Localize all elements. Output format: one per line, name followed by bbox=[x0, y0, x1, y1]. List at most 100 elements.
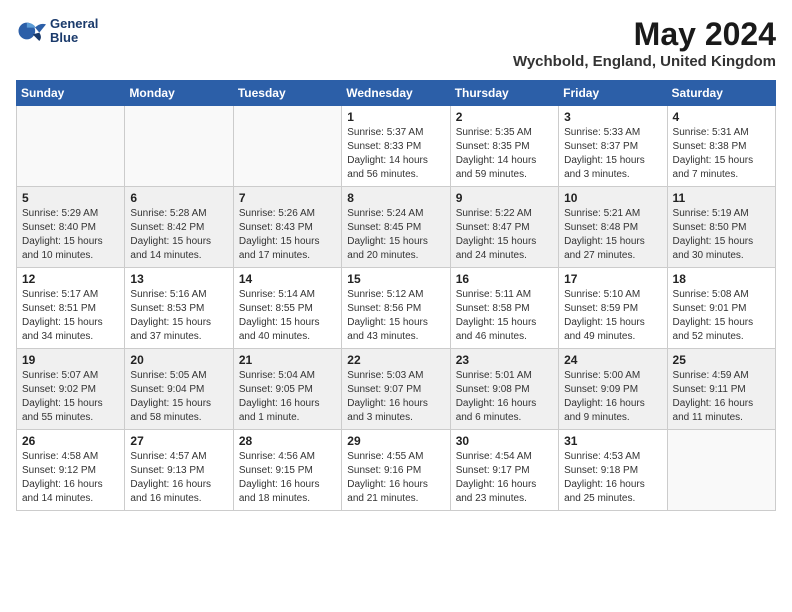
weekday-header: Friday bbox=[559, 81, 667, 106]
cell-info: Sunrise: 5:08 AM Sunset: 9:01 PM Dayligh… bbox=[673, 288, 770, 344]
calendar-cell bbox=[125, 106, 233, 187]
calendar-cell: 15 Sunrise: 5:12 AM Sunset: 8:56 PM Dayli… bbox=[342, 268, 450, 349]
logo-text: General Blue bbox=[50, 17, 98, 46]
weekday-header: Wednesday bbox=[342, 81, 450, 106]
calendar-cell: 8Sunrise: 5:24 AM Sunset: 8:45 PM Daylig… bbox=[342, 187, 450, 268]
calendar-cell: 5Sunrise: 5:29 AM Sunset: 8:40 PM Daylig… bbox=[17, 187, 125, 268]
cell-info: Sunrise: 5:31 AM Sunset: 8:38 PM Dayligh… bbox=[673, 126, 770, 182]
calendar-week-row: 26Sunrise: 4:58 AM Sunset: 9:12 PM Dayli… bbox=[17, 430, 776, 511]
calendar-cell: 18 Sunrise: 5:08 AM Sunset: 9:01 PM Dayli… bbox=[667, 268, 775, 349]
calendar-week-row: 12 Sunrise: 5:17 AM Sunset: 8:51 PM Dayli… bbox=[17, 268, 776, 349]
calendar-cell: 27 Sunrise: 4:57 AM Sunset: 9:13 PM Dayli… bbox=[125, 430, 233, 511]
cell-info: Sunrise: 4:58 AM Sunset: 9:12 PM Dayligh… bbox=[22, 450, 119, 506]
cell-info: Sunrise: 5:11 AM Sunset: 8:58 PM Dayligh… bbox=[456, 288, 553, 344]
cell-info: Sunrise: 5:01 AM Sunset: 9:08 PM Dayligh… bbox=[456, 369, 553, 425]
day-number: 9 bbox=[456, 191, 553, 205]
calendar-week-row: 19 Sunrise: 5:07 AM Sunset: 9:02 PM Dayli… bbox=[17, 349, 776, 430]
cell-info: Sunrise: 5:07 AM Sunset: 9:02 PM Dayligh… bbox=[22, 369, 119, 425]
month-year: May 2024 bbox=[513, 16, 776, 53]
cell-info: Sunrise: 5:29 AM Sunset: 8:40 PM Dayligh… bbox=[22, 207, 119, 263]
day-number: 19 bbox=[22, 353, 119, 367]
calendar-cell: 21Sunrise: 5:04 AM Sunset: 9:05 PM Dayli… bbox=[233, 349, 341, 430]
logo-line1: General bbox=[50, 17, 98, 31]
calendar-cell: 9 Sunrise: 5:22 AM Sunset: 8:47 PM Daylig… bbox=[450, 187, 558, 268]
day-number: 10 bbox=[564, 191, 661, 205]
calendar-cell: 6Sunrise: 5:28 AM Sunset: 8:42 PM Daylig… bbox=[125, 187, 233, 268]
calendar-table: SundayMondayTuesdayWednesdayThursdayFrid… bbox=[16, 80, 776, 511]
day-number: 29 bbox=[347, 434, 444, 448]
cell-info: Sunrise: 4:59 AM Sunset: 9:11 PM Dayligh… bbox=[673, 369, 770, 425]
calendar-cell: 24 Sunrise: 5:00 AM Sunset: 9:09 PM Dayli… bbox=[559, 349, 667, 430]
cell-info: Sunrise: 5:03 AM Sunset: 9:07 PM Dayligh… bbox=[347, 369, 444, 425]
cell-info: Sunrise: 5:10 AM Sunset: 8:59 PM Dayligh… bbox=[564, 288, 661, 344]
calendar-cell bbox=[17, 106, 125, 187]
day-number: 18 bbox=[673, 272, 770, 286]
cell-info: Sunrise: 4:54 AM Sunset: 9:17 PM Dayligh… bbox=[456, 450, 553, 506]
day-number: 3 bbox=[564, 110, 661, 124]
calendar-cell: 23 Sunrise: 5:01 AM Sunset: 9:08 PM Dayli… bbox=[450, 349, 558, 430]
calendar-cell bbox=[233, 106, 341, 187]
cell-info: Sunrise: 5:35 AM Sunset: 8:35 PM Dayligh… bbox=[456, 126, 553, 182]
day-number: 25 bbox=[673, 353, 770, 367]
cell-info: Sunrise: 5:22 AM Sunset: 8:47 PM Dayligh… bbox=[456, 207, 553, 263]
calendar-cell: 26Sunrise: 4:58 AM Sunset: 9:12 PM Dayli… bbox=[17, 430, 125, 511]
calendar-cell: 14Sunrise: 5:14 AM Sunset: 8:55 PM Dayli… bbox=[233, 268, 341, 349]
cell-info: Sunrise: 4:57 AM Sunset: 9:13 PM Dayligh… bbox=[130, 450, 227, 506]
location: Wychbold, England, United Kingdom bbox=[513, 53, 776, 70]
calendar-cell: 25 Sunrise: 4:59 AM Sunset: 9:11 PM Dayli… bbox=[667, 349, 775, 430]
day-number: 22 bbox=[347, 353, 444, 367]
logo-icon bbox=[16, 16, 46, 46]
cell-info: Sunrise: 5:05 AM Sunset: 9:04 PM Dayligh… bbox=[130, 369, 227, 425]
header: General Blue May 2024 Wychbold, England,… bbox=[16, 16, 776, 70]
calendar-cell: 2 Sunrise: 5:35 AM Sunset: 8:35 PM Daylig… bbox=[450, 106, 558, 187]
day-number: 23 bbox=[456, 353, 553, 367]
calendar-cell: 28 Sunrise: 4:56 AM Sunset: 9:15 PM Dayli… bbox=[233, 430, 341, 511]
day-number: 12 bbox=[22, 272, 119, 286]
day-number: 27 bbox=[130, 434, 227, 448]
title-block: May 2024 Wychbold, England, United Kingd… bbox=[513, 16, 776, 70]
calendar-cell: 13Sunrise: 5:16 AM Sunset: 8:53 PM Dayli… bbox=[125, 268, 233, 349]
cell-info: Sunrise: 5:12 AM Sunset: 8:56 PM Dayligh… bbox=[347, 288, 444, 344]
calendar-body: 1 Sunrise: 5:37 AM Sunset: 8:33 PM Daylig… bbox=[17, 106, 776, 511]
cell-info: Sunrise: 5:24 AM Sunset: 8:45 PM Dayligh… bbox=[347, 207, 444, 263]
day-number: 16 bbox=[456, 272, 553, 286]
weekday-header: Monday bbox=[125, 81, 233, 106]
day-number: 6 bbox=[130, 191, 227, 205]
day-number: 20 bbox=[130, 353, 227, 367]
cell-info: Sunrise: 5:37 AM Sunset: 8:33 PM Dayligh… bbox=[347, 126, 444, 182]
calendar-cell: 29 Sunrise: 4:55 AM Sunset: 9:16 PM Dayli… bbox=[342, 430, 450, 511]
calendar-cell: 31 Sunrise: 4:53 AM Sunset: 9:18 PM Dayli… bbox=[559, 430, 667, 511]
calendar-header-row: SundayMondayTuesdayWednesdayThursdayFrid… bbox=[17, 81, 776, 106]
day-number: 31 bbox=[564, 434, 661, 448]
day-number: 15 bbox=[347, 272, 444, 286]
cell-info: Sunrise: 4:56 AM Sunset: 9:15 PM Dayligh… bbox=[239, 450, 336, 506]
cell-info: Sunrise: 5:17 AM Sunset: 8:51 PM Dayligh… bbox=[22, 288, 119, 344]
weekday-header: Sunday bbox=[17, 81, 125, 106]
day-number: 11 bbox=[673, 191, 770, 205]
day-number: 28 bbox=[239, 434, 336, 448]
day-number: 2 bbox=[456, 110, 553, 124]
day-number: 17 bbox=[564, 272, 661, 286]
logo: General Blue bbox=[16, 16, 98, 46]
calendar-cell: 16 Sunrise: 5:11 AM Sunset: 8:58 PM Dayli… bbox=[450, 268, 558, 349]
weekday-header: Thursday bbox=[450, 81, 558, 106]
calendar-cell: 30 Sunrise: 4:54 AM Sunset: 9:17 PM Dayli… bbox=[450, 430, 558, 511]
calendar-cell: 12 Sunrise: 5:17 AM Sunset: 8:51 PM Dayli… bbox=[17, 268, 125, 349]
logo-line2: Blue bbox=[50, 31, 98, 45]
cell-info: Sunrise: 4:55 AM Sunset: 9:16 PM Dayligh… bbox=[347, 450, 444, 506]
calendar-cell: 4 Sunrise: 5:31 AM Sunset: 8:38 PM Daylig… bbox=[667, 106, 775, 187]
day-number: 24 bbox=[564, 353, 661, 367]
day-number: 30 bbox=[456, 434, 553, 448]
cell-info: Sunrise: 5:00 AM Sunset: 9:09 PM Dayligh… bbox=[564, 369, 661, 425]
weekday-header: Saturday bbox=[667, 81, 775, 106]
day-number: 1 bbox=[347, 110, 444, 124]
calendar-cell: 7Sunrise: 5:26 AM Sunset: 8:43 PM Daylig… bbox=[233, 187, 341, 268]
calendar-week-row: 1 Sunrise: 5:37 AM Sunset: 8:33 PM Daylig… bbox=[17, 106, 776, 187]
calendar-cell: 3Sunrise: 5:33 AM Sunset: 8:37 PM Daylig… bbox=[559, 106, 667, 187]
day-number: 13 bbox=[130, 272, 227, 286]
cell-info: Sunrise: 5:19 AM Sunset: 8:50 PM Dayligh… bbox=[673, 207, 770, 263]
cell-info: Sunrise: 4:53 AM Sunset: 9:18 PM Dayligh… bbox=[564, 450, 661, 506]
day-number: 21 bbox=[239, 353, 336, 367]
cell-info: Sunrise: 5:21 AM Sunset: 8:48 PM Dayligh… bbox=[564, 207, 661, 263]
day-number: 4 bbox=[673, 110, 770, 124]
